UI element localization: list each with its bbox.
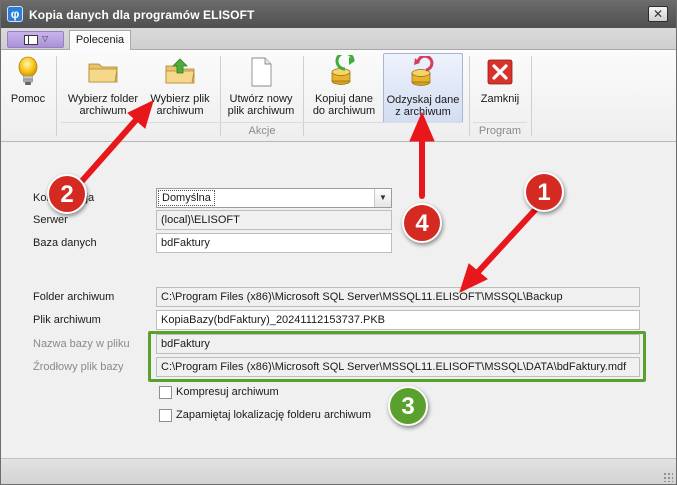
window-layout-icon [24,35,38,45]
select-folder-label: Wybierz folder archiwum [67,93,139,117]
window-close-button[interactable]: ✕ [648,6,668,22]
badge-2: 2 [47,174,87,214]
group-label-akcje: Akcje [248,125,276,137]
highlight-box [148,331,646,382]
badge-1: 1 [524,172,564,212]
main-window: φ Kopia danych dla programów ELISOFT ✕ ▽… [0,0,677,485]
window-title: Kopia danych dla programów ELISOFT [29,8,255,22]
badge-4: 4 [402,203,442,243]
chevron-down-icon: ▽ [42,34,49,43]
create-new-file-label: Utwórz nowy plik archiwum [227,93,295,117]
copy-data-label: Kopiuj dane do archiwum [312,93,376,117]
lightbulb-icon [18,56,38,85]
ribbon-separator [303,56,304,136]
ribbon-tabstrip: ▽ Polecenia [1,28,676,51]
ribbon-separator [531,56,532,136]
close-program-button[interactable]: Zamknij [475,53,525,123]
database-copy-icon [331,55,355,85]
copy-data-button[interactable]: Kopiuj dane do archiwum [307,53,381,123]
resize-grip-icon[interactable] [663,472,673,482]
status-bar [1,458,676,484]
database-restore-icon [411,56,434,86]
chevron-down-icon[interactable]: ▼ [374,189,391,207]
select-folder-button[interactable]: Wybierz folder archiwum [64,53,142,123]
zapamietaj-label: Zapamiętaj lokalizację folderu archiwum [176,409,372,421]
ribbon-separator [220,56,221,136]
zapamietaj-checkbox[interactable] [159,409,172,422]
close-program-label: Zamknij [480,93,520,105]
tab-polecenia[interactable]: Polecenia [69,30,131,51]
app-logo-icon: φ [7,6,23,22]
ribbon-separator [56,56,57,136]
konfiguracja-value: Domyślna [158,190,215,206]
group-label-program: Program [478,125,522,137]
nazwa-bazy-label: Nazwa bazy w pliku [33,338,130,350]
ribbon-panel: Pomoc Wybierz folder archiwum Wybierz pl… [1,50,676,142]
help-button-label: Pomoc [10,93,46,105]
new-file-icon [251,57,272,87]
kompresuj-checkbox[interactable] [159,386,172,399]
kompresuj-label: Kompresuj archiwum [176,386,279,398]
group-divider [61,122,463,123]
form-area: Konfiguracja Domyślna ▼ Serwer (local)\E… [1,142,676,458]
konfiguracja-select[interactable]: Domyślna ▼ [156,188,392,208]
folder-up-icon [165,58,195,84]
zrodlowy-plik-label: Źrodłowy plik bazy [33,361,124,373]
create-new-file-button[interactable]: Utwórz nowy plik archiwum [224,53,298,123]
badge-3: 3 [388,386,428,426]
title-bar: φ Kopia danych dla programów ELISOFT ✕ [1,1,676,28]
baza-danych-field[interactable]: bdFaktury [156,233,392,253]
plik-archiwum-label: Plik archiwum [33,314,101,326]
folder-icon [88,63,118,83]
restore-data-button[interactable]: Odzyskaj dane z archiwum [383,53,463,123]
quick-access-menu-button[interactable]: ▽ [7,31,64,48]
serwer-label: Serwer [33,214,68,226]
plik-archiwum-field[interactable]: KopiaBazy(bdFaktury)_20241112153737.PKB [156,310,640,330]
select-file-button[interactable]: Wybierz plik archiwum [145,53,215,123]
restore-data-label: Odzyskaj dane z archiwum [386,94,460,118]
folder-archiwum-label: Folder archiwum [33,291,115,303]
group-divider [473,122,527,123]
serwer-field[interactable]: (local)\ELISOFT [156,210,392,230]
folder-archiwum-field[interactable]: C:\Program Files (x86)\Microsoft SQL Ser… [156,287,640,307]
close-red-icon [487,59,513,85]
baza-danych-label: Baza danych [33,237,97,249]
select-file-label: Wybierz plik archiwum [150,93,210,117]
ribbon-separator [469,56,470,136]
help-button[interactable]: Pomoc [6,53,50,123]
